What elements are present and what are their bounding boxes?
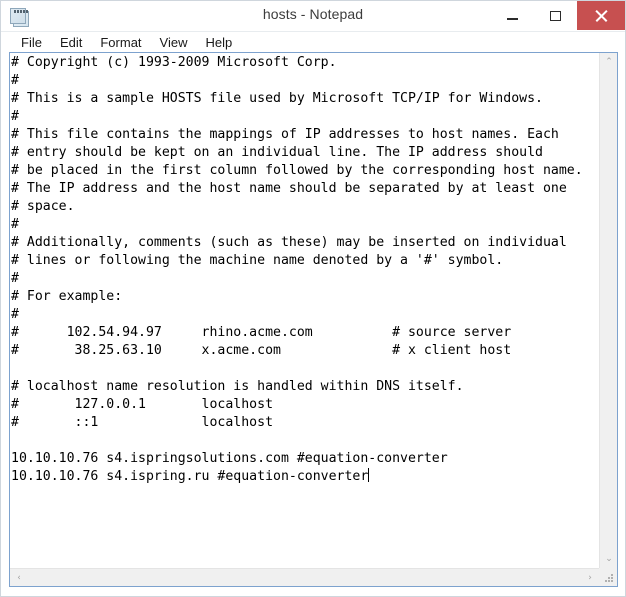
menu-bar: File Edit Format View Help	[1, 32, 625, 54]
text-line: # lines or following the machine name de…	[11, 253, 504, 268]
text-line: # This is a sample HOSTS file used by Mi…	[11, 91, 543, 106]
text-line: # Copyright (c) 1993-2009 Microsoft Corp…	[11, 55, 337, 70]
menu-item-view[interactable]: View	[151, 34, 197, 52]
text-line: #	[11, 73, 19, 88]
minimize-icon	[507, 18, 518, 20]
text-line: # entry should be kept on an individual …	[11, 145, 543, 160]
text-line: #	[11, 109, 19, 124]
close-icon	[595, 9, 608, 22]
text-line: #	[11, 217, 19, 232]
text-line: 10.10.10.76 s4.ispringsolutions.com #equ…	[11, 451, 448, 466]
horizontal-scrollbar[interactable]: ‹ ›	[10, 568, 599, 586]
menu-item-help[interactable]: Help	[196, 34, 241, 52]
text-line: #	[11, 271, 19, 286]
text-line: # ::1 localhost	[11, 415, 274, 430]
text-line: # 102.54.94.97 rhino.acme.com # source s…	[11, 325, 512, 340]
text-line: 10.10.10.76 s4.ispring.ru #equation-conv…	[11, 469, 369, 484]
scrollbar-corner	[599, 568, 617, 586]
text-caret	[367, 468, 369, 482]
vertical-scrollbar[interactable]: ⌃ ⌄	[599, 53, 617, 568]
title-bar[interactable]: hosts - Notepad	[1, 1, 625, 32]
menu-item-format[interactable]: Format	[91, 34, 150, 52]
text-line: # The IP address and the host name shoul…	[11, 181, 567, 196]
text-content[interactable]: # Copyright (c) 1993-2009 Microsoft Corp…	[11, 54, 583, 486]
scroll-down-icon[interactable]: ⌄	[600, 550, 618, 568]
text-line: # localhost name resolution is handled w…	[11, 379, 464, 394]
text-line: #	[11, 307, 19, 322]
maximize-button[interactable]	[534, 1, 577, 30]
menu-item-file[interactable]: File	[12, 34, 51, 52]
notepad-window: hosts - Notepad File Edit Format View He…	[0, 0, 626, 597]
text-line: # 38.25.63.10 x.acme.com # x client host	[11, 343, 512, 358]
menu-item-edit[interactable]: Edit	[51, 34, 91, 52]
text-line: # space.	[11, 199, 75, 214]
scroll-up-icon[interactable]: ⌃	[600, 53, 618, 71]
text-line: # Additionally, comments (such as these)…	[11, 235, 567, 250]
text-line: # This file contains the mappings of IP …	[11, 127, 559, 142]
window-controls	[491, 1, 625, 31]
editor-frame: # Copyright (c) 1993-2009 Microsoft Corp…	[9, 52, 618, 587]
minimize-button[interactable]	[491, 1, 534, 30]
scroll-left-icon[interactable]: ‹	[10, 569, 28, 587]
scroll-right-icon[interactable]: ›	[581, 569, 599, 587]
close-button[interactable]	[577, 1, 625, 30]
notepad-icon	[8, 5, 30, 27]
text-area[interactable]: # Copyright (c) 1993-2009 Microsoft Corp…	[10, 53, 599, 568]
text-line: # For example:	[11, 289, 123, 304]
maximize-icon	[550, 10, 561, 21]
text-line: # 127.0.0.1 localhost	[11, 397, 274, 412]
resize-grip-icon[interactable]	[605, 574, 614, 583]
text-line: # be placed in the first column followed…	[11, 163, 583, 178]
